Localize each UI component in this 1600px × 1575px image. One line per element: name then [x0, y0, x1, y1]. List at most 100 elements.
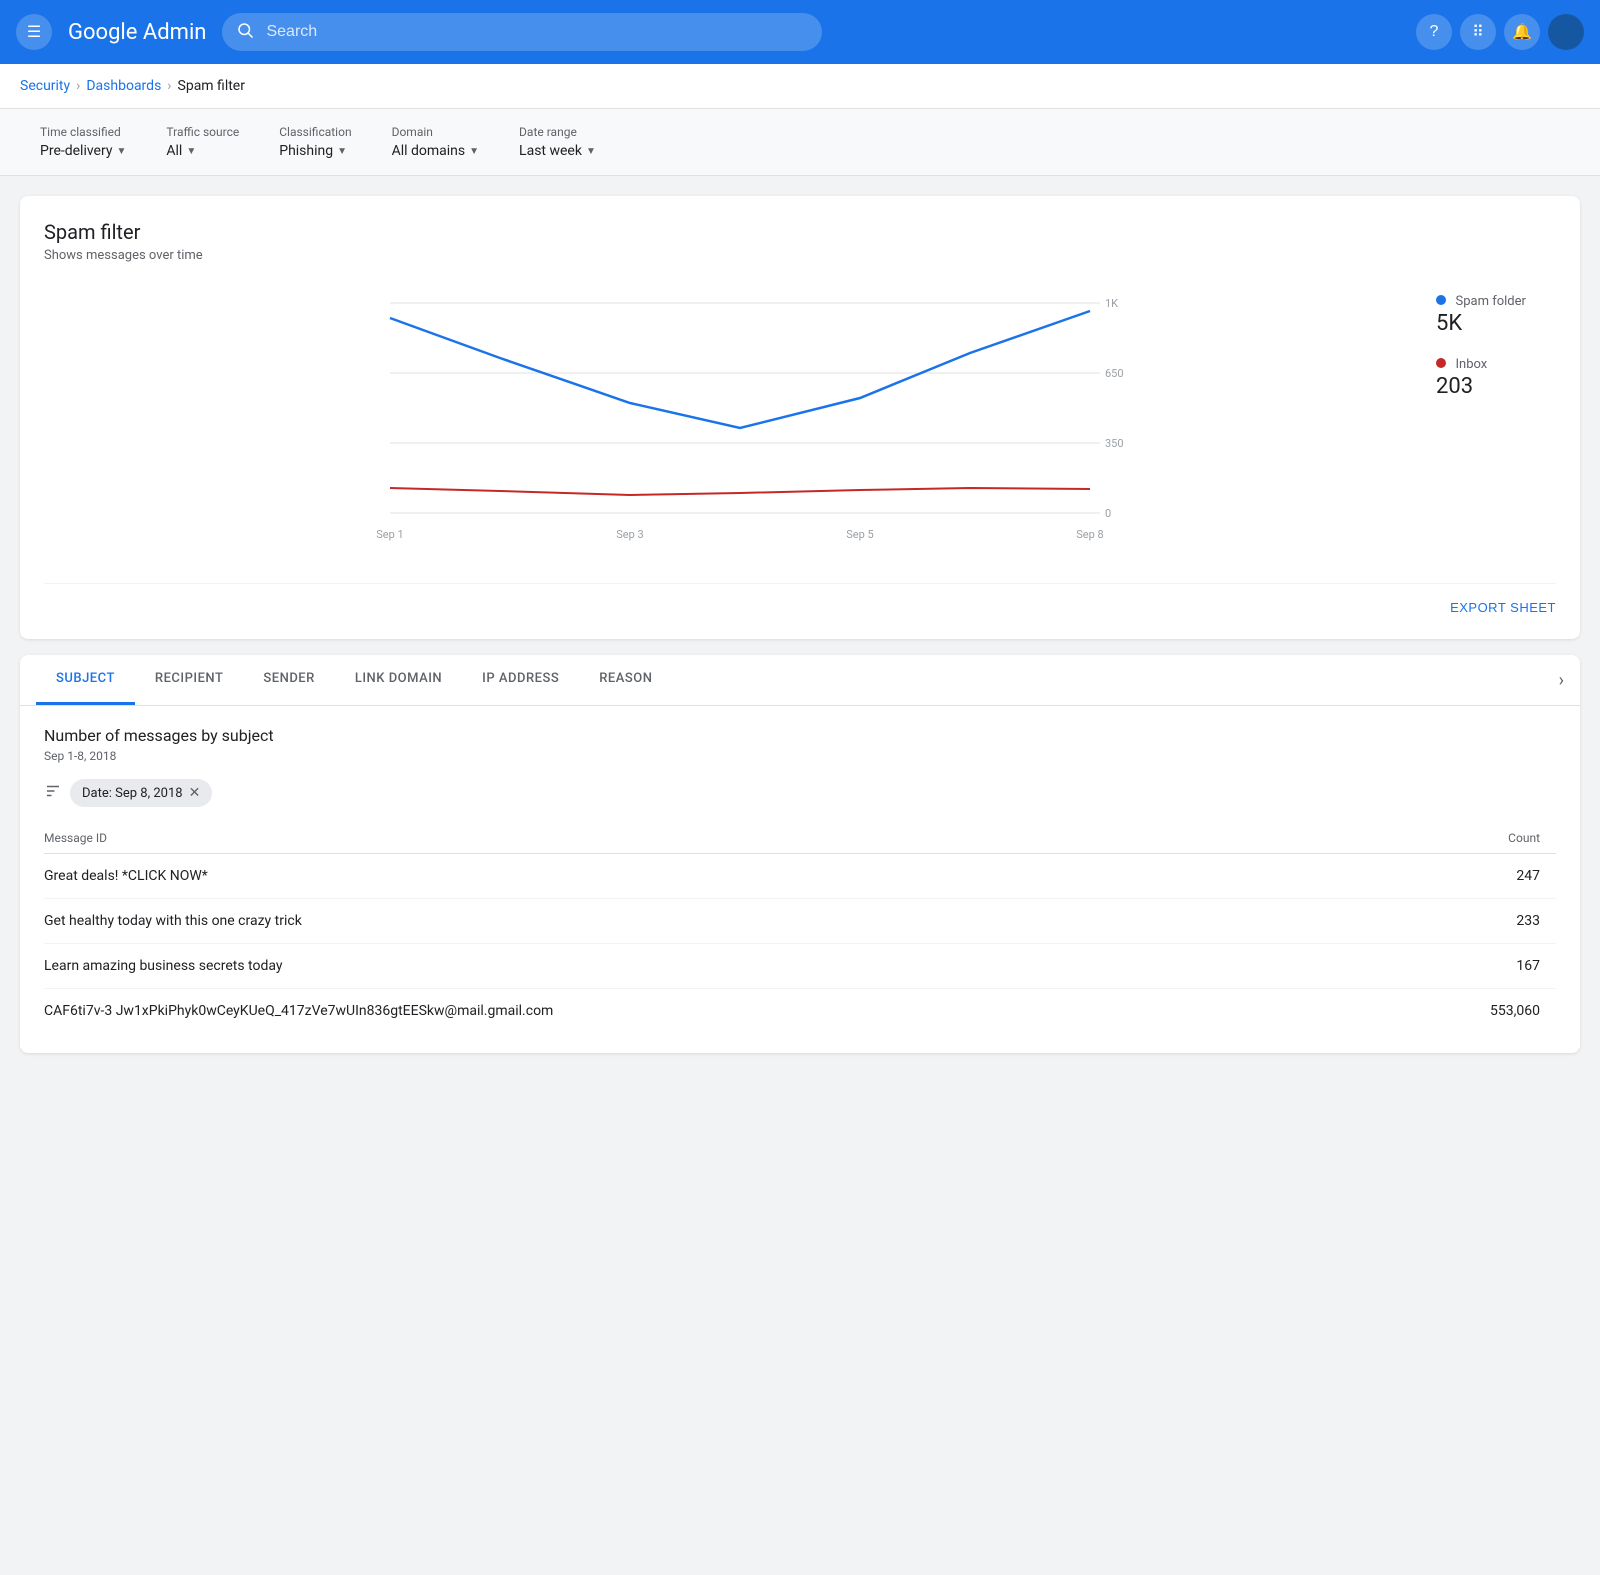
filter-value-classification: Phishing [279, 143, 333, 159]
tab-ip-address[interactable]: IP ADDRESS [462, 655, 579, 705]
table-subtitle: Sep 1-8, 2018 [44, 749, 1556, 763]
waffle-button[interactable]: ⠿ [1460, 14, 1496, 50]
avatar[interactable] [1548, 14, 1584, 50]
breadcrumb-sep-1: › [76, 78, 80, 94]
app-logo: Google Admin [68, 20, 206, 45]
table-row: Learn amazing business secrets today 167 [44, 944, 1556, 989]
filter-value-domain: All domains [392, 143, 466, 159]
cell-count: 233 [1387, 899, 1556, 944]
cell-count: 553,060 [1387, 989, 1556, 1034]
chevron-down-icon: ▼ [116, 146, 126, 157]
breadcrumb-security[interactable]: Security [20, 78, 70, 94]
table-row: Get healthy today with this one crazy tr… [44, 899, 1556, 944]
filter-label-time: Time classified [40, 125, 126, 139]
chart-container: 1K 650 350 0 Sep 1 Sep 3 Sep 5 Sep 8 [44, 283, 1556, 567]
legend-spam-folder: Spam folder 5K [1436, 293, 1556, 336]
legend-dot-inbox [1436, 358, 1446, 368]
svg-text:Sep 1: Sep 1 [376, 528, 403, 541]
breadcrumb-sep-2: › [167, 78, 171, 94]
filter-value-traffic: All [166, 143, 182, 159]
legend-value-inbox: 203 [1436, 374, 1556, 399]
filter-chips: Date: Sep 8, 2018 ✕ [44, 779, 1556, 807]
cell-message-id: Great deals! *CLICK NOW* [44, 854, 1387, 899]
search-input[interactable] [222, 13, 822, 51]
filter-traffic-source: Traffic source All ▼ [166, 125, 239, 159]
filter-label-domain: Domain [392, 125, 479, 139]
chart-legend: Spam folder 5K Inbox 203 [1436, 283, 1556, 567]
menu-button[interactable]: ☰ [16, 14, 52, 50]
tab-reason[interactable]: REASON [579, 655, 672, 705]
table-row: Great deals! *CLICK NOW* 247 [44, 854, 1556, 899]
tab-sender[interactable]: SENDER [243, 655, 334, 705]
date-filter-chip: Date: Sep 8, 2018 ✕ [70, 779, 212, 807]
svg-text:650: 650 [1105, 367, 1124, 380]
filter-domain: Domain All domains ▼ [392, 125, 479, 159]
cell-message-id: CAF6ti7v-3 Jw1xPkiPhyk0wCeyKUeQ_417zVe7w… [44, 989, 1387, 1034]
cell-message-id: Learn amazing business secrets today [44, 944, 1387, 989]
chart-subtitle: Shows messages over time [44, 248, 1556, 263]
svg-text:1K: 1K [1105, 297, 1118, 310]
filter-date-range: Date range Last week ▼ [519, 125, 596, 159]
chevron-down-icon: ▼ [469, 146, 479, 157]
svg-text:0: 0 [1105, 507, 1111, 520]
tab-subject[interactable]: SUBJECT [36, 655, 135, 705]
chart-area: 1K 650 350 0 Sep 1 Sep 3 Sep 5 Sep 8 [44, 283, 1416, 567]
filter-select-domain[interactable]: All domains ▼ [392, 143, 479, 159]
col-count: Count [1387, 823, 1556, 854]
notifications-button[interactable]: 🔔 [1504, 14, 1540, 50]
cell-count: 247 [1387, 854, 1556, 899]
hamburger-icon: ☰ [27, 22, 41, 42]
svg-text:Sep 3: Sep 3 [616, 528, 643, 541]
svg-text:Sep 8: Sep 8 [1076, 528, 1103, 541]
legend-dot-spam [1436, 295, 1446, 305]
export-sheet-button[interactable]: EXPORT SHEET [1450, 600, 1556, 615]
filter-label-date: Date range [519, 125, 596, 139]
svg-text:Sep 5: Sep 5 [846, 528, 873, 541]
filter-value-date: Last week [519, 143, 582, 159]
help-button[interactable]: ? [1416, 14, 1452, 50]
filter-select-traffic[interactable]: All ▼ [166, 143, 239, 159]
filter-value-time: Pre-delivery [40, 143, 112, 159]
search-icon [236, 21, 254, 43]
search-wrap [222, 13, 822, 51]
tab-recipient[interactable]: RECIPIENT [135, 655, 243, 705]
table-section: Number of messages by subject Sep 1-8, 2… [20, 706, 1580, 1053]
line-chart-svg: 1K 650 350 0 Sep 1 Sep 3 Sep 5 Sep 8 [44, 283, 1416, 563]
filter-time-classified: Time classified Pre-delivery ▼ [40, 125, 126, 159]
filter-icon[interactable] [44, 782, 62, 805]
svg-text:350: 350 [1105, 437, 1124, 450]
breadcrumb-dashboards[interactable]: Dashboards [86, 78, 161, 94]
messages-table: Message ID Count Great deals! *CLICK NOW… [44, 823, 1556, 1033]
tab-link-domain[interactable]: LINK DOMAIN [335, 655, 462, 705]
legend-label-spam: Spam folder [1455, 294, 1525, 309]
tabs-card: SUBJECT RECIPIENT SENDER LINK DOMAIN IP … [20, 655, 1580, 1053]
filter-select-date[interactable]: Last week ▼ [519, 143, 596, 159]
filter-label-classification: Classification [279, 125, 351, 139]
chip-close-button[interactable]: ✕ [189, 785, 201, 801]
chart-title: Spam filter [44, 220, 1556, 244]
chevron-down-icon: ▼ [586, 146, 596, 157]
breadcrumb: Security › Dashboards › Spam filter [0, 64, 1600, 109]
legend-label-inbox: Inbox [1455, 357, 1487, 372]
header-actions: ? ⠿ 🔔 [1416, 14, 1584, 50]
waffle-icon: ⠿ [1472, 22, 1484, 42]
table-title: Number of messages by subject [44, 726, 1556, 745]
bell-icon: 🔔 [1512, 22, 1532, 42]
legend-value-spam: 5K [1436, 311, 1556, 336]
breadcrumb-current: Spam filter [178, 78, 245, 94]
export-row: EXPORT SHEET [44, 583, 1556, 615]
tabs-chevron-right[interactable]: › [1559, 670, 1564, 691]
help-icon: ? [1430, 23, 1439, 41]
app-header: ☰ Google Admin ? ⠿ 🔔 [0, 0, 1600, 64]
chip-label: Date: Sep 8, 2018 [82, 786, 183, 801]
col-message-id: Message ID [44, 823, 1387, 854]
main-content: Spam filter Shows messages over time 1K … [0, 176, 1600, 1073]
chevron-down-icon: ▼ [186, 146, 196, 157]
tabs-header: SUBJECT RECIPIENT SENDER LINK DOMAIN IP … [20, 655, 1580, 706]
filter-select-classification[interactable]: Phishing ▼ [279, 143, 351, 159]
chart-card: Spam filter Shows messages over time 1K … [20, 196, 1580, 639]
filters-bar: Time classified Pre-delivery ▼ Traffic s… [0, 109, 1600, 176]
filter-label-traffic: Traffic source [166, 125, 239, 139]
cell-message-id: Get healthy today with this one crazy tr… [44, 899, 1387, 944]
filter-select-time[interactable]: Pre-delivery ▼ [40, 143, 126, 159]
